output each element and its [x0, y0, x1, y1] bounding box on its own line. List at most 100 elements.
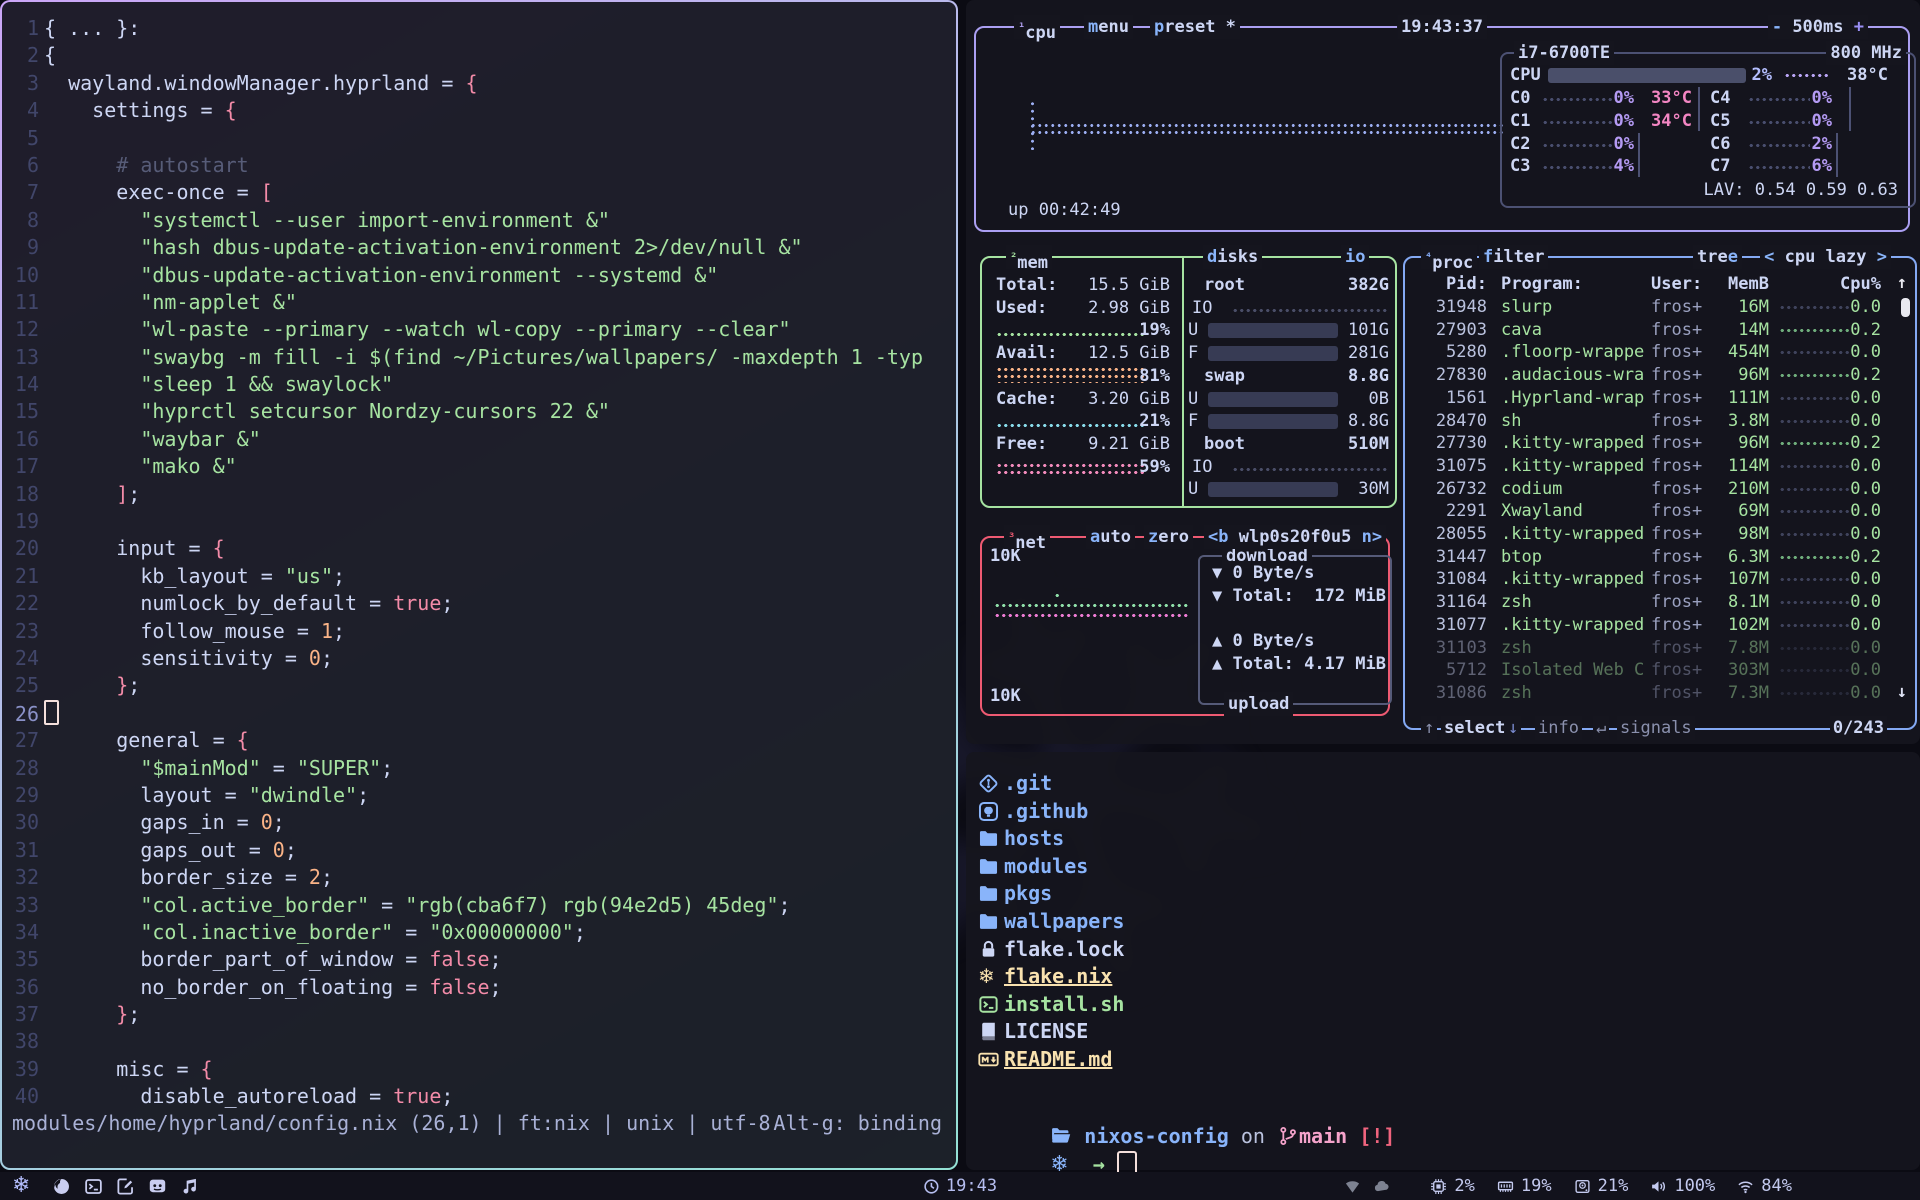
nixos-launcher-icon[interactable]: ❄ — [12, 1172, 30, 1200]
col-pid[interactable]: Pid: — [1415, 273, 1487, 296]
col-cpu[interactable]: Cpu% — [1833, 273, 1881, 296]
process-row[interactable]: 31164zshfros+8.1M0.0 — [1405, 591, 1915, 614]
waybar-module[interactable]: 100% — [1650, 1176, 1715, 1196]
editor-line[interactable]: 19 — [2, 508, 956, 535]
editor-line[interactable]: 33 "col.active_border" = "rgb(cba6f7) rg… — [2, 892, 956, 919]
editor-line[interactable]: 6 # autostart — [2, 152, 956, 179]
editor-line[interactable]: 18 ]; — [2, 481, 956, 508]
process-row[interactable]: 31086zshfros+7.3M0.0 — [1405, 682, 1915, 705]
editor-line[interactable]: 23 follow_mouse = 1; — [2, 618, 956, 645]
editor-line[interactable]: 31 gaps_out = 0; — [2, 837, 956, 864]
process-row[interactable]: 27730.kitty-wrappedfros+96M0.2 — [1405, 432, 1915, 455]
process-row[interactable]: 5712Isolated Web Cfros+303M0.0 — [1405, 659, 1915, 682]
editor-line[interactable]: 32 border_size = 2; — [2, 864, 956, 891]
editor-line[interactable]: 34 "col.inactive_border" = "0x00000000"; — [2, 919, 956, 946]
cloud-icon[interactable] — [1373, 1178, 1390, 1195]
editor-line[interactable]: 17 "mako &" — [2, 453, 956, 480]
editor-line[interactable]: 14 "sleep 1 && swaylock" — [2, 371, 956, 398]
editor-line[interactable]: 5 — [2, 125, 956, 152]
editor-line[interactable]: 12 "wl-paste --primary --watch wl-copy -… — [2, 316, 956, 343]
editor-line[interactable]: 20 input = { — [2, 535, 956, 562]
discord-icon[interactable] — [148, 1177, 167, 1196]
scroll-down-indicator[interactable]: ↓ — [1897, 682, 1907, 702]
editor-line[interactable]: 16 "waybar &" — [2, 426, 956, 453]
editor-line[interactable]: 27 general = { — [2, 727, 956, 754]
process-row[interactable]: 31447btopfros+6.3M0.2 — [1405, 546, 1915, 569]
editor-line[interactable]: 21 kb_layout = "us"; — [2, 563, 956, 590]
terminal-window[interactable]: .git.githubhostsmodulespkgswallpapersfla… — [966, 752, 1920, 1170]
editor-line[interactable]: 24 sensitivity = 0; — [2, 645, 956, 672]
editor-line[interactable]: 39 misc = { — [2, 1056, 956, 1083]
waybar-module[interactable]: 21% — [1574, 1176, 1629, 1196]
editor-line[interactable]: 22 numlock_by_default = true; — [2, 590, 956, 617]
update-interval-control[interactable]: - 500ms + — [1768, 15, 1868, 39]
scroll-up-indicator[interactable]: ↑ — [1897, 273, 1907, 293]
editor-line[interactable]: 8 "systemctl --user import-environment &… — [2, 207, 956, 234]
editor-surface[interactable]: 1{ ... }:2{3 wayland.windowManager.hyprl… — [2, 2, 956, 1168]
editor-line[interactable]: 29 layout = "dwindle"; — [2, 782, 956, 809]
process-row[interactable]: 27903cavafros+14M0.2 — [1405, 319, 1915, 342]
editor-line[interactable]: 26 — [2, 700, 956, 727]
waybar-module[interactable]: 2% — [1430, 1176, 1474, 1196]
editor-line[interactable]: 1{ ... }: — [2, 15, 956, 42]
editor-line[interactable]: 30 gaps_in = 0; — [2, 809, 956, 836]
terminal-icon[interactable] — [84, 1177, 103, 1196]
select-up-key[interactable]: ↑ — [1421, 716, 1437, 740]
editor-line[interactable]: 9 "hash dbus-update-activation-environme… — [2, 234, 956, 261]
disks-title[interactable]: disks — [1203, 245, 1262, 269]
disks-io-toggle[interactable]: io — [1341, 245, 1369, 269]
editor-line[interactable]: 35 border_part_of_window = false; — [2, 946, 956, 973]
process-row[interactable]: 26732codiumfros+210M0.0 — [1405, 478, 1915, 501]
process-row[interactable]: 27830.audacious-wrafros+96M0.2 — [1405, 364, 1915, 387]
waybar-clock[interactable]: 19:43 — [923, 1172, 997, 1200]
info-enter-key[interactable]: ↵ — [1593, 716, 1609, 740]
process-row[interactable]: 5280.floorp-wrappefros+454M0.0 — [1405, 341, 1915, 364]
process-row[interactable]: 31103zshfros+7.8M0.0 — [1405, 637, 1915, 660]
process-row[interactable]: 28055.kitty-wrappedfros+98M0.0 — [1405, 523, 1915, 546]
editor-line[interactable]: 36 no_border_on_floating = false; — [2, 974, 956, 1001]
firefox-icon[interactable] — [52, 1177, 71, 1196]
editor-line[interactable]: 38 — [2, 1028, 956, 1055]
process-row[interactable]: 31077.kitty-wrappedfros+102M0.0 — [1405, 614, 1915, 637]
editor-line[interactable]: 11 "nm-applet &" — [2, 289, 956, 316]
process-row[interactable]: 31084.kitty-wrappedfros+107M0.0 — [1405, 568, 1915, 591]
proc-filter-button[interactable]: filter — [1479, 245, 1548, 269]
process-row[interactable]: 2291Xwaylandfros+69M0.0 — [1405, 500, 1915, 523]
proc-table-header[interactable]: Pid: Program: User: MemB Cpu% — [1405, 273, 1915, 296]
menu-button[interactable]: menu — [1084, 15, 1133, 39]
editor-line[interactable]: 28 "$mainMod" = "SUPER"; — [2, 755, 956, 782]
proc-sort-selector[interactable]: < cpu lazy > — [1760, 245, 1891, 269]
process-row[interactable]: 31948slurpfros+16M0.0 — [1405, 296, 1915, 319]
preset-button[interactable]: preset * — [1150, 15, 1240, 39]
process-row[interactable]: 28470shfros+3.8M0.0 — [1405, 410, 1915, 433]
col-memb[interactable]: MemB — [1705, 273, 1769, 296]
editor-line[interactable]: 7 exec-once = [ — [2, 179, 956, 206]
editor-line[interactable]: 15 "hyprctl setcursor Nordzy-cursors 22 … — [2, 398, 956, 425]
editor-line[interactable]: 3 wayland.windowManager.hyprland = { — [2, 70, 956, 97]
note-icon[interactable] — [116, 1177, 135, 1196]
process-row[interactable]: 31075.kitty-wrappedfros+114M0.0 — [1405, 455, 1915, 478]
editor-line[interactable]: 10 "dbus-update-activation-environment -… — [2, 262, 956, 289]
signals-button[interactable]: signals — [1617, 716, 1695, 740]
music-icon[interactable] — [180, 1177, 199, 1196]
editor-line[interactable]: 4 settings = { — [2, 97, 956, 124]
waybar-module[interactable]: 19% — [1497, 1176, 1552, 1196]
proc-tree-button[interactable]: tree — [1693, 245, 1742, 269]
editor-line[interactable]: 25 }; — [2, 672, 956, 699]
shell-input-line[interactable]: ❄ → — [978, 1122, 1137, 1150]
waybar-module[interactable]: 84% — [1737, 1176, 1792, 1196]
process-row[interactable]: 1561.Hyprland-wrapfros+111M0.0 — [1405, 387, 1915, 410]
net-auto-button[interactable]: auto — [1086, 525, 1135, 549]
editor-line[interactable]: 13 "swaybg -m fill -i $(find ~/Pictures/… — [2, 344, 956, 371]
col-program[interactable]: Program: — [1501, 273, 1651, 296]
editor-line[interactable]: 40 disable_autoreload = true; — [2, 1083, 956, 1110]
editor-line[interactable]: 2{ — [2, 42, 956, 69]
select-button[interactable]: select — [1441, 716, 1508, 740]
select-down-key[interactable]: ↓ — [1505, 716, 1521, 740]
net-interface-switcher[interactable]: <b wlp0s20f0u5 n> — [1204, 525, 1386, 549]
info-button[interactable]: info — [1535, 716, 1582, 740]
editor-buffer[interactable]: 1{ ... }:2{3 wayland.windowManager.hyprl… — [2, 15, 956, 1111]
editor-line[interactable]: 37 }; — [2, 1001, 956, 1028]
wifi-tri-icon[interactable] — [1344, 1178, 1361, 1195]
col-user[interactable]: User: — [1651, 273, 1713, 296]
